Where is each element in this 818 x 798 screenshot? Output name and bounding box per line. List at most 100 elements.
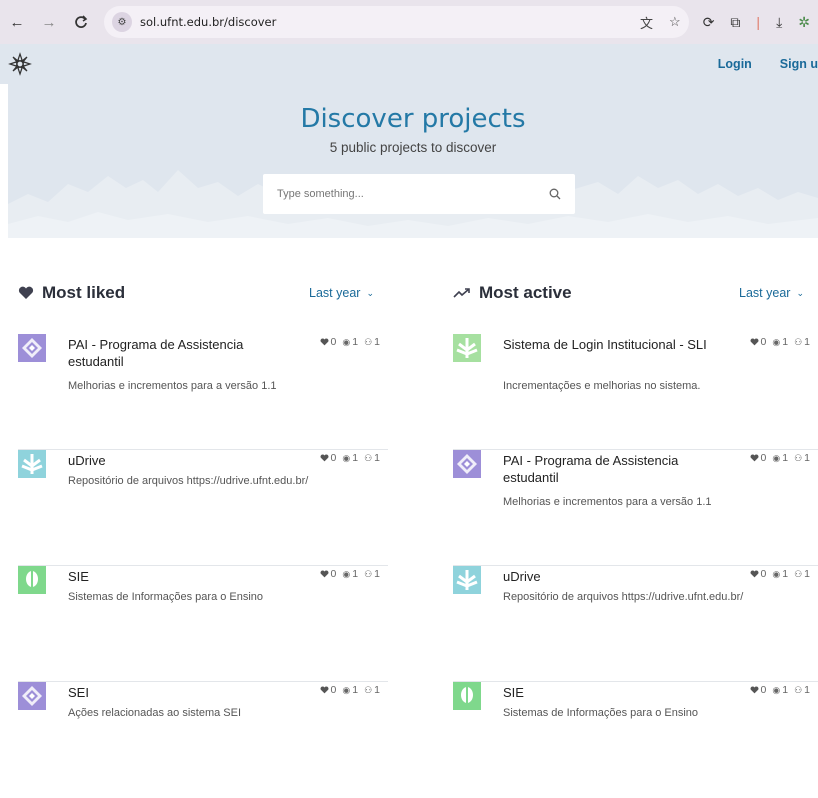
views-count: 1 <box>782 684 789 696</box>
members-stat: ⚇ 1 <box>794 568 810 580</box>
address-bar[interactable]: ⚙ sol.ufnt.edu.br/discover 文 ☆ <box>104 6 689 38</box>
search-input[interactable] <box>277 188 549 200</box>
members-stat: ⚇ 1 <box>364 336 380 348</box>
likes-stat: 0 <box>320 568 337 580</box>
search-icon[interactable] <box>549 188 561 200</box>
members-icon: ⚇ <box>794 336 803 347</box>
logo-icon[interactable] <box>8 52 32 76</box>
views-stat: ◉ 1 <box>772 336 788 348</box>
heart-icon <box>750 338 759 346</box>
views-stat: ◉ 1 <box>342 336 358 348</box>
project-description: Sistemas de Informações para o Ensino <box>68 591 264 603</box>
likes-count: 0 <box>330 336 337 348</box>
most-active-filter-dropdown[interactable]: Last year ⌄ <box>739 286 818 300</box>
members-count: 1 <box>804 684 810 696</box>
page-title: Discover projects <box>300 104 526 134</box>
likes-stat: 0 <box>750 336 766 348</box>
members-count: 1 <box>374 336 380 348</box>
translate-icon[interactable]: 文 <box>640 13 653 32</box>
filter-label: Last year <box>309 286 361 300</box>
views-count: 1 <box>352 684 359 696</box>
project-card[interactable]: uDrive Repositório de arquivos https://ud… <box>18 450 388 566</box>
project-description: Sistemas de Informações para o Ensino <box>503 707 699 719</box>
members-stat: ⚇ 1 <box>794 684 810 696</box>
project-card[interactable]: PAI - Programa de Assistencia estudantil… <box>453 450 818 566</box>
members-icon: ⚇ <box>364 684 373 695</box>
project-card[interactable]: SEI Ações relacionadas ao sistema SEI 0 ◉ 1 ⚇… <box>18 682 388 798</box>
project-name[interactable]: PAI - Programa de Assistencia estudantil <box>68 336 278 370</box>
chevron-down-icon: ⌄ <box>366 287 374 298</box>
browser-toolbar: ← → ⚙ sol.ufnt.edu.br/discover 文 ☆ ⟳ ⧉ |… <box>0 0 818 44</box>
project-thumbnail[interactable] <box>18 682 46 710</box>
profile-avatar-icon[interactable]: ✲ <box>798 14 810 31</box>
heart-icon <box>750 570 759 578</box>
project-thumbnail[interactable] <box>18 566 46 594</box>
eye-icon: ◉ <box>342 336 351 347</box>
likes-stat: 0 <box>750 452 766 464</box>
project-thumbnail[interactable] <box>18 450 46 478</box>
project-stats: 0 ◉ 1 ⚇ 1 <box>320 568 380 580</box>
likes-stat: 0 <box>320 452 336 464</box>
likes-count: 0 <box>330 568 337 580</box>
project-thumbnail[interactable] <box>453 682 481 710</box>
login-link[interactable]: Login <box>718 57 752 71</box>
hero-banner: Discover projects 5 public projects to d… <box>8 84 818 238</box>
project-name[interactable]: Sistema de Login Institucional - SLI <box>503 336 713 353</box>
project-name[interactable]: uDrive <box>503 568 713 585</box>
views-stat: ◉ 1 <box>342 684 358 696</box>
eye-icon: ◉ <box>342 684 351 695</box>
members-stat: ⚇ 1 <box>794 452 810 464</box>
views-stat: ◉ 1 <box>772 452 788 464</box>
project-thumbnail[interactable] <box>453 334 481 362</box>
likes-count: 0 <box>760 684 767 696</box>
heart-icon <box>750 686 759 694</box>
most-liked-filter-dropdown[interactable]: Last year ⌄ <box>309 286 388 300</box>
project-card[interactable]: uDrive Repositório de arquivos https://ud… <box>453 566 818 682</box>
project-card[interactable]: PAI - Programa de Assistencia estudantil… <box>18 334 388 450</box>
url-text[interactable]: sol.ufnt.edu.br/discover <box>140 15 632 29</box>
members-stat: ⚇ 1 <box>794 336 810 348</box>
most-liked-title: Most liked <box>42 283 126 302</box>
eye-icon: ◉ <box>342 452 351 463</box>
views-stat: ◉ 1 <box>772 568 788 580</box>
project-card[interactable]: Sistema de Login Institucional - SLI Incr… <box>453 334 818 450</box>
extension-sync-icon[interactable]: ⟳ <box>703 14 715 31</box>
bookmark-star-icon[interactable]: ☆ <box>669 14 681 30</box>
views-stat: ◉ 1 <box>342 452 358 464</box>
members-stat: ⚇ 1 <box>364 568 380 580</box>
project-description: Repositório de arquivos https://udrive.u… <box>68 475 309 487</box>
members-count: 1 <box>374 452 380 464</box>
views-count: 1 <box>782 568 789 580</box>
forward-icon[interactable]: → <box>40 13 58 31</box>
likes-stat: 0 <box>750 568 766 580</box>
project-description: Ações relacionadas ao sistema SEI <box>68 707 242 719</box>
project-name[interactable]: SEI <box>68 684 278 701</box>
project-thumbnail[interactable] <box>453 566 481 594</box>
project-name[interactable]: SIE <box>68 568 278 585</box>
heart-icon <box>18 286 34 299</box>
members-icon: ⚇ <box>364 336 373 347</box>
download-icon[interactable]: ⤓ <box>776 14 782 31</box>
eye-icon: ◉ <box>342 568 351 579</box>
members-icon: ⚇ <box>364 452 373 463</box>
project-thumbnail[interactable] <box>453 450 481 478</box>
project-card[interactable]: SIE Sistemas de Informações para o Ensino… <box>453 682 818 798</box>
project-thumbnail[interactable] <box>18 334 46 362</box>
project-description: Melhorias e incrementos para a versão 1.… <box>68 380 277 392</box>
reload-icon[interactable] <box>72 13 90 31</box>
members-count: 1 <box>374 568 380 580</box>
extensions-icon[interactable]: ⧉ <box>730 14 740 31</box>
project-stats: 0 ◉ 1 ⚇ 1 <box>320 452 380 464</box>
members-count: 1 <box>804 452 810 464</box>
project-name[interactable]: PAI - Programa de Assistencia estudantil <box>503 452 713 486</box>
project-name[interactable]: SIE <box>503 684 713 701</box>
views-stat: ◉ 1 <box>342 568 358 580</box>
back-icon[interactable]: ← <box>8 13 26 31</box>
project-card[interactable]: SIE Sistemas de Informações para o Ensino… <box>18 566 388 682</box>
site-info-icon[interactable]: ⚙ <box>112 12 132 32</box>
signup-link[interactable]: Sign u <box>780 57 818 71</box>
project-description: Melhorias e incrementos para a versão 1.… <box>503 496 712 508</box>
project-name[interactable]: uDrive <box>68 452 278 469</box>
members-count: 1 <box>804 568 810 580</box>
project-stats: 0 ◉ 1 ⚇ 1 <box>320 336 380 348</box>
